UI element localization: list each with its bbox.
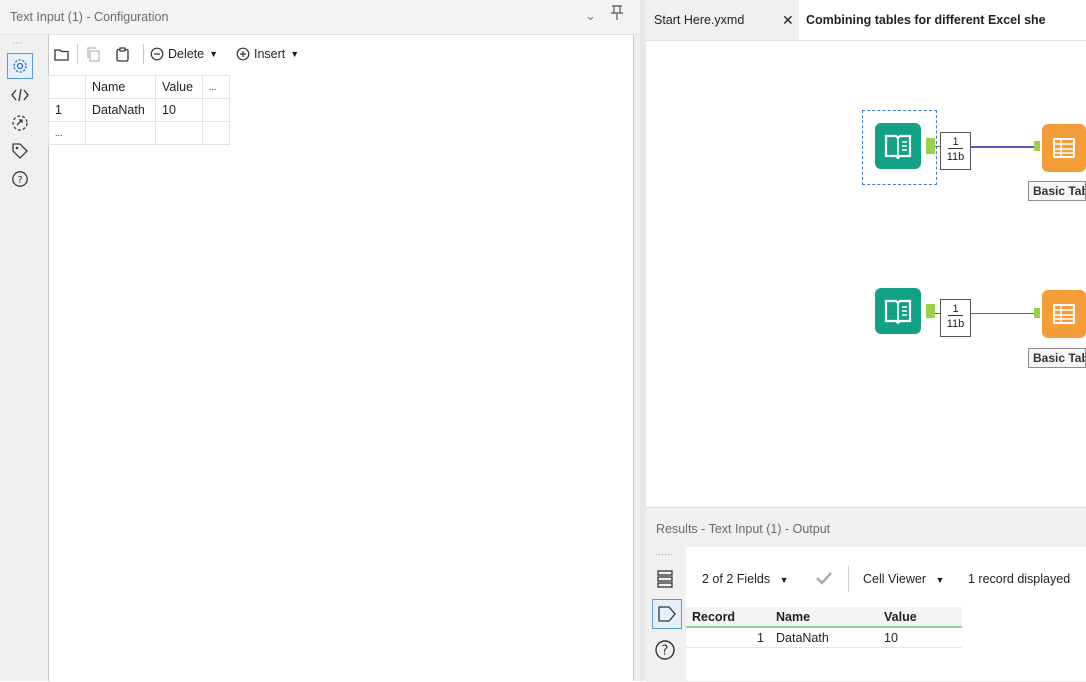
toolbar-separator <box>77 44 78 64</box>
results-cell[interactable]: 10 <box>878 627 962 648</box>
checkmark-icon[interactable] <box>815 571 833 588</box>
grid-cell[interactable] <box>85 121 156 145</box>
results-header-row: Record Name Value <box>686 607 962 628</box>
help-icon[interactable]: ? <box>7 166 33 192</box>
tool-label: Basic Tab <box>1028 348 1086 368</box>
record-count-badge: 1 11b <box>940 132 971 170</box>
minus-circle-icon <box>150 47 164 61</box>
pin-icon[interactable] <box>610 5 624 26</box>
toolbar-separator <box>848 566 849 592</box>
grid-corner-cell <box>48 75 86 99</box>
results-header-name[interactable]: Name <box>770 607 878 628</box>
text-input-icon[interactable] <box>875 123 921 169</box>
configuration-title: Text Input (1) - Configuration <box>10 10 169 24</box>
results-cell[interactable]: DataNath <box>770 627 878 648</box>
help-icon[interactable]: ? <box>650 635 680 665</box>
grid-new-row-marker[interactable]: ... <box>48 121 86 145</box>
svg-text:?: ? <box>662 644 669 659</box>
tag-icon[interactable] <box>7 138 33 164</box>
count-bottom: 11b <box>946 151 965 163</box>
insert-label: Insert <box>254 47 286 61</box>
rail-grip: ⋯⋯ <box>655 549 673 559</box>
tab-start-here[interactable]: Start Here.yxmd <box>646 0 799 40</box>
annotation-icon[interactable] <box>7 110 33 136</box>
record-count-badge: 1 11b <box>940 299 971 337</box>
settings-icon[interactable] <box>7 53 33 79</box>
basic-table-icon[interactable] <box>1042 124 1086 172</box>
folder-icon[interactable] <box>53 44 69 64</box>
grid-row-number[interactable]: 1 <box>48 98 86 122</box>
records-displayed-label: 1 record displayed <box>968 572 1071 586</box>
results-table: Record Name Value 1 DataNath 10 <box>686 607 962 648</box>
delete-label: Delete <box>168 47 205 61</box>
tab-label: Start Here.yxmd <box>654 13 745 27</box>
close-icon[interactable]: ✕ <box>782 0 794 40</box>
paste-icon[interactable] <box>114 44 130 64</box>
cell-viewer-label: Cell Viewer <box>863 572 926 586</box>
cell-viewer-dropdown[interactable]: Cell Viewer ▼ <box>863 572 944 586</box>
tool-label: Basic Tab <box>1028 181 1086 201</box>
count-bottom: 11b <box>946 318 965 330</box>
count-top: 1 <box>948 303 963 316</box>
tab-label: Combining tables for different Excel she <box>806 13 1046 27</box>
table-row: ... <box>48 121 230 145</box>
connection-line <box>971 146 1036 148</box>
results-title: Results - Text Input (1) - Output <box>656 522 831 536</box>
insert-button[interactable]: Insert ▼ <box>236 44 299 64</box>
dropdown-arrow-icon: ▼ <box>935 575 945 585</box>
fields-label: 2 of 2 Fields <box>702 572 771 586</box>
connection-line <box>971 313 1036 314</box>
dropdown-arrow-icon: ▼ <box>290 49 300 59</box>
output-anchor[interactable] <box>926 304 935 318</box>
table-row[interactable]: 1 DataNath 10 <box>686 627 962 648</box>
grid-header-row: Name Value ... <box>48 75 230 99</box>
results-header-record[interactable]: Record <box>686 607 770 628</box>
grid-cell[interactable]: DataNath <box>85 98 156 122</box>
data-tag-icon[interactable] <box>652 599 682 629</box>
results-header-value[interactable]: Value <box>878 607 962 628</box>
count-top: 1 <box>948 136 963 149</box>
dropdown-arrow-icon: ▼ <box>779 575 789 585</box>
grid-cell[interactable] <box>202 121 230 145</box>
fields-dropdown[interactable]: 2 of 2 Fields ▼ <box>702 572 789 586</box>
tab-combining-tables[interactable]: Combining tables for different Excel she <box>806 0 1046 40</box>
svg-text:?: ? <box>17 175 22 186</box>
input-anchor[interactable] <box>1034 308 1040 318</box>
text-input-grid: Name Value ... 1 DataNath 10 ... <box>48 75 230 145</box>
text-input-icon[interactable] <box>875 288 921 334</box>
dropdown-arrow-icon: ▼ <box>209 49 219 59</box>
grid-cell[interactable] <box>155 121 203 145</box>
grid-header-name[interactable]: Name <box>85 75 156 99</box>
fields-list-icon[interactable] <box>650 564 680 594</box>
grid-header-value[interactable]: Value <box>155 75 203 99</box>
grid-cell[interactable]: 10 <box>155 98 203 122</box>
plus-circle-icon <box>236 47 250 61</box>
copy-icon[interactable] <box>85 44 101 64</box>
input-anchor[interactable] <box>1034 141 1040 151</box>
basic-table-icon[interactable] <box>1042 290 1086 338</box>
delete-button[interactable]: Delete ▼ <box>150 44 218 64</box>
results-cell-record[interactable]: 1 <box>686 627 770 648</box>
output-anchor[interactable] <box>926 138 935 154</box>
grid-header-more[interactable]: ... <box>202 75 230 99</box>
chevron-down-icon[interactable]: ⌄ <box>585 8 596 24</box>
rail-grip: ⋯ <box>12 38 23 49</box>
xml-code-icon[interactable] <box>7 82 33 108</box>
toolbar-separator <box>143 44 144 64</box>
table-row: 1 DataNath 10 <box>48 98 230 122</box>
grid-cell[interactable] <box>202 98 230 122</box>
